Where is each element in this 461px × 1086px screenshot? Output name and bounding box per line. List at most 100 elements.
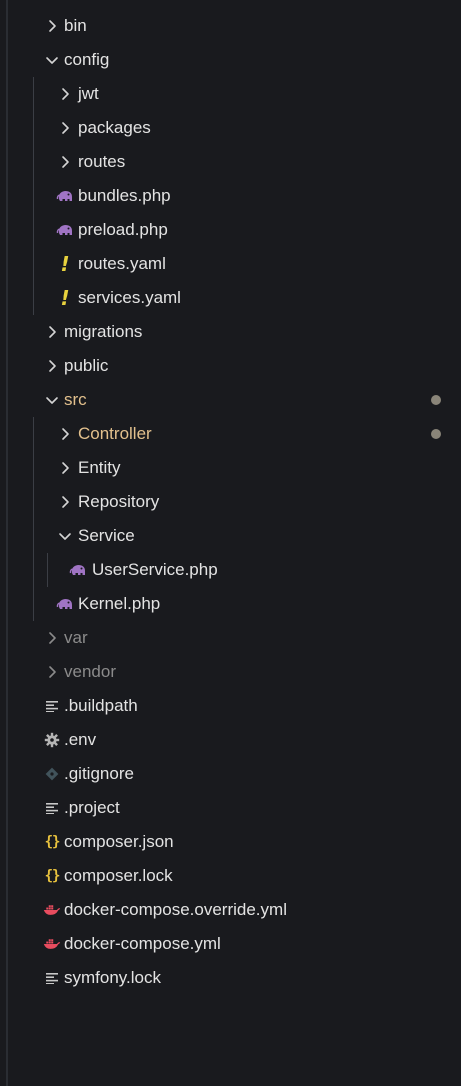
tree-item-label: .gitignore	[64, 764, 134, 783]
folder-entity[interactable]: Entity	[0, 451, 461, 485]
tree-item-label: Controller	[78, 424, 152, 443]
tree-item-label: src	[64, 390, 87, 409]
file-buildpath[interactable]: .buildpath	[0, 689, 461, 723]
file-composer-lock[interactable]: {} composer.lock	[0, 859, 461, 893]
tree-item-label: preload.php	[78, 220, 168, 239]
chevron-right-icon	[43, 9, 61, 43]
indent-guide	[33, 451, 34, 485]
lines-icon	[43, 791, 61, 825]
tree-item-label: composer.json	[64, 832, 174, 851]
file-services-yaml[interactable]: ! services.yaml	[0, 281, 461, 315]
yaml-icon: !	[60, 252, 70, 276]
file-docker-compose-yml[interactable]: docker-compose.yml	[0, 927, 461, 961]
json-braces-icon: {}	[44, 834, 61, 850]
tree-item-label: Entity	[78, 458, 121, 477]
tree-item-label: jwt	[78, 84, 99, 103]
tree-item-label: .project	[64, 798, 120, 817]
tree-item-label: docker-compose.yml	[64, 934, 221, 953]
folder-repository[interactable]: Repository	[0, 485, 461, 519]
folder-public[interactable]: public	[0, 349, 461, 383]
indent-guide	[33, 145, 34, 179]
tree-item-label: composer.lock	[64, 866, 173, 885]
indent-guide	[33, 247, 34, 281]
tree-item-label: Kernel.php	[78, 594, 161, 613]
modified-indicator-dot	[431, 429, 441, 439]
tree-item-label: services.yaml	[78, 288, 181, 307]
file-kernel-php[interactable]: Kernel.php	[0, 587, 461, 621]
file-userservice-php[interactable]: UserService.php	[0, 553, 461, 587]
tree-item-label: bin	[64, 16, 87, 35]
chevron-right-icon	[43, 315, 61, 349]
folder-var[interactable]: var	[0, 621, 461, 655]
indent-guide	[33, 519, 34, 553]
tree-item-label: config	[64, 50, 110, 69]
indent-guide	[33, 417, 34, 451]
tree-item-label: routes.yaml	[78, 254, 166, 273]
tree-item-label: vendor	[64, 662, 116, 681]
folder-config[interactable]: config	[0, 43, 461, 77]
indent-guide	[33, 553, 34, 587]
chevron-right-icon	[56, 145, 74, 179]
folder-bin[interactable]: bin	[0, 9, 461, 43]
file-docker-compose-override-yml[interactable]: docker-compose.override.yml	[0, 893, 461, 927]
tree-item-label: routes	[78, 152, 126, 171]
tree-item-label: Service	[78, 526, 135, 545]
chevron-down-icon	[43, 383, 61, 417]
chevron-down-icon	[43, 43, 61, 77]
php-elephant-icon	[56, 587, 74, 621]
indent-guide	[33, 587, 34, 621]
file-env[interactable]: .env	[0, 723, 461, 757]
file-symfony-lock[interactable]: symfony.lock	[0, 961, 461, 995]
chevron-right-icon	[43, 349, 61, 383]
chevron-down-icon	[56, 519, 74, 553]
modified-indicator-dot	[431, 395, 441, 405]
tree-item-label: Repository	[78, 492, 160, 511]
tree-item-label: migrations	[64, 322, 143, 341]
chevron-right-icon	[56, 485, 74, 519]
indent-guide	[33, 77, 34, 111]
folder-routes[interactable]: routes	[0, 145, 461, 179]
tree-item-label: .env	[64, 730, 97, 749]
indent-guide	[33, 111, 34, 145]
tree-item-label: packages	[78, 118, 151, 137]
tree-item-label: UserService.php	[92, 560, 218, 579]
indent-guide	[33, 485, 34, 519]
file-explorer: bin config jwt packages routes bundles.php pre…	[0, 0, 461, 1086]
tree-item-label: .buildpath	[64, 696, 138, 715]
file-bundles-php[interactable]: bundles.php	[0, 179, 461, 213]
folder-src[interactable]: src	[0, 383, 461, 417]
php-elephant-icon	[56, 179, 74, 213]
chevron-right-icon	[56, 417, 74, 451]
php-elephant-icon	[69, 553, 87, 587]
chevron-right-icon	[43, 621, 61, 655]
folder-migrations[interactable]: migrations	[0, 315, 461, 349]
file-preload-php[interactable]: preload.php	[0, 213, 461, 247]
docker-whale-icon	[43, 927, 61, 961]
tree-item-label: symfony.lock	[64, 968, 161, 987]
tree-item-label: docker-compose.override.yml	[64, 900, 287, 919]
folder-jwt[interactable]: jwt	[0, 77, 461, 111]
yaml-icon: !	[60, 286, 70, 310]
file-project[interactable]: .project	[0, 791, 461, 825]
file-routes-yaml[interactable]: ! routes.yaml	[0, 247, 461, 281]
docker-whale-icon	[43, 893, 61, 927]
indent-guide	[33, 179, 34, 213]
folder-vendor[interactable]: vendor	[0, 655, 461, 689]
folder-service[interactable]: Service	[0, 519, 461, 553]
json-braces-icon: {}	[44, 868, 61, 884]
gear-icon	[43, 723, 61, 757]
tree-item-label: public	[64, 356, 109, 375]
chevron-right-icon	[43, 655, 61, 689]
php-elephant-icon	[56, 213, 74, 247]
indent-guide	[33, 213, 34, 247]
folder-controller[interactable]: Controller	[0, 417, 461, 451]
git-diamond-icon	[43, 757, 61, 791]
chevron-right-icon	[56, 111, 74, 145]
tree-item-label: bundles.php	[78, 186, 171, 205]
file-gitignore[interactable]: .gitignore	[0, 757, 461, 791]
file-composer-json[interactable]: {} composer.json	[0, 825, 461, 859]
lines-icon	[43, 961, 61, 995]
chevron-right-icon	[56, 451, 74, 485]
folder-packages[interactable]: packages	[0, 111, 461, 145]
chevron-right-icon	[56, 77, 74, 111]
